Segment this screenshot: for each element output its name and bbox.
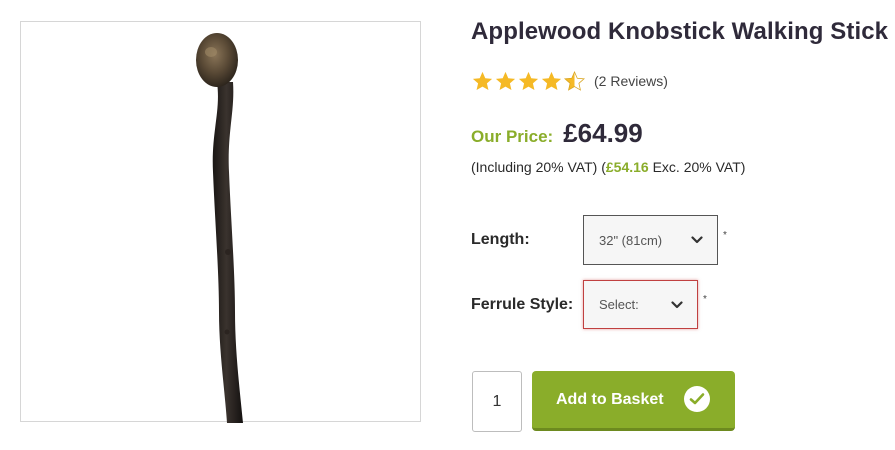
length-label: Length:	[471, 231, 530, 248]
star-full-icon	[495, 71, 516, 90]
length-selected-value: 32" (81cm)	[599, 232, 663, 248]
star-full-icon	[541, 71, 562, 90]
vat-prefix: (Including 20% VAT) (	[471, 159, 606, 175]
star-full-icon	[472, 71, 493, 90]
quantity-input[interactable]: 1	[472, 371, 522, 432]
ferrule-label: Ferrule Style:	[471, 296, 574, 313]
product-rating[interactable]: (2 Reviews)	[471, 69, 668, 93]
chevron-down-icon	[691, 236, 703, 244]
ferrule-select[interactable]: Select:	[583, 280, 698, 329]
ferrule-selected-value: Select:	[599, 297, 639, 312]
reviews-link[interactable]: (2 Reviews)	[594, 73, 668, 89]
length-required-mark: *	[723, 230, 727, 241]
star-half-icon	[563, 70, 586, 91]
chevron-down-icon	[671, 300, 683, 308]
walking-stick-illustration	[196, 33, 243, 423]
product-title: Applewood Knobstick Walking Stick	[471, 18, 889, 45]
length-select[interactable]: 32" (81cm)	[583, 215, 718, 265]
price-label: Our Price:	[471, 127, 554, 146]
price-value: £64.99	[563, 118, 643, 148]
vat-suffix: Exc. 20% VAT)	[648, 159, 746, 175]
price-row: Our Price: £64.99	[471, 118, 643, 149]
add-to-basket-button[interactable]: Add to Basket	[532, 371, 735, 431]
check-icon	[684, 386, 710, 412]
stick-knob	[196, 33, 238, 87]
ferrule-required-mark: *	[703, 294, 707, 305]
star-full-icon	[518, 71, 539, 90]
add-to-basket-label: Add to Basket	[556, 390, 664, 408]
vat-info: (Including 20% VAT) (£54.16 Exc. 20% VAT…	[471, 159, 745, 175]
product-image[interactable]	[20, 21, 421, 423]
ex-vat-price: £54.16	[605, 159, 649, 175]
star-rating	[471, 70, 586, 93]
